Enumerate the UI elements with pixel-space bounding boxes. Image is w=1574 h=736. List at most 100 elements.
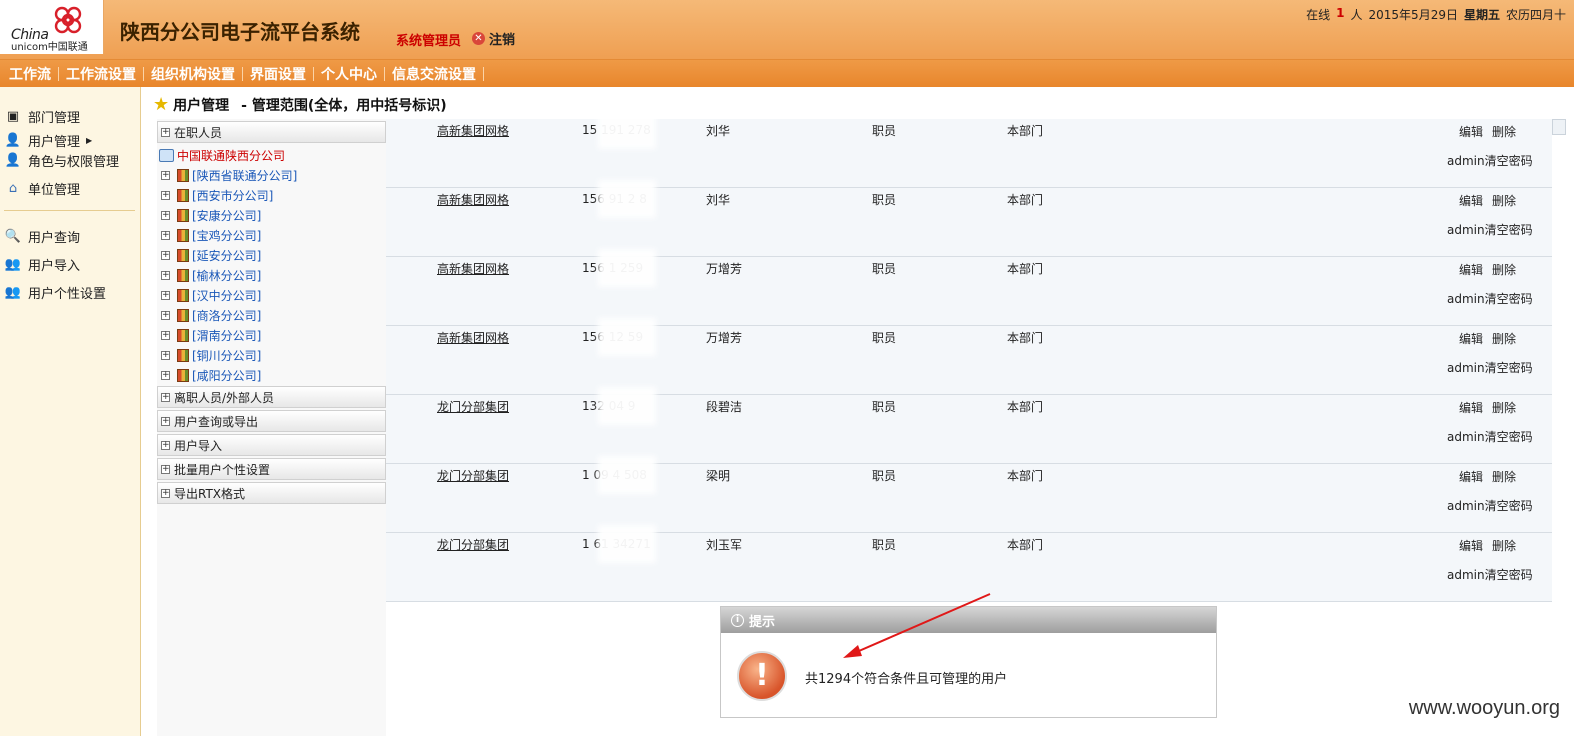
delete-button[interactable]: 删除 bbox=[1492, 123, 1516, 140]
delete-button[interactable]: 删除 bbox=[1492, 468, 1516, 485]
panel-header-user-import[interactable]: + 用户导入 bbox=[157, 434, 386, 456]
book-icon bbox=[177, 289, 189, 302]
panel-header-user-query-export[interactable]: + 用户查询或导出 bbox=[157, 410, 386, 432]
reset-password-button[interactable]: admin清空密码 bbox=[1447, 152, 1533, 169]
sidebar-item-user-query[interactable]: 🔍 用户查询 bbox=[4, 227, 80, 246]
book-icon bbox=[177, 369, 189, 382]
edit-button[interactable]: 编辑 bbox=[1459, 399, 1483, 416]
page-title: ★ 用户管理 - 管理范围(全体，用中括号标识) bbox=[153, 94, 447, 115]
expand-icon: + bbox=[161, 463, 170, 474]
delete-button[interactable]: 删除 bbox=[1492, 537, 1516, 554]
menu-item-org-settings[interactable]: 组织机构设置 bbox=[144, 64, 242, 84]
reset-password-button[interactable]: admin清空密码 bbox=[1447, 221, 1533, 238]
scrollbar[interactable] bbox=[1552, 119, 1566, 135]
table-row: 龙门分部集团1 61 34271刘玉军职员本部门编辑删除admin清空密码 bbox=[386, 525, 1552, 602]
user-table: 高新集团网格15 191 278刘华职员本部门编辑删除admin清空密码高新集团… bbox=[386, 111, 1552, 602]
main-menu: 工作流 工作流设置 组织机构设置 界面设置 个人中心 信息交流设置 bbox=[0, 60, 1574, 87]
role-cell: 职员 bbox=[872, 469, 897, 483]
tree-node[interactable]: + [陕西省联通分公司] bbox=[161, 167, 297, 184]
admin-role-label: 系统管理员 bbox=[396, 34, 462, 49]
sidebar-item-label: 单位管理 bbox=[28, 183, 81, 198]
table-row: 高新集团网格156 12 59万增芳职员本部门编辑删除admin清空密码 bbox=[386, 318, 1552, 395]
unit-link[interactable]: 龙门分部集团 bbox=[437, 398, 509, 415]
tree-node-label: [渭南分公司] bbox=[192, 329, 262, 343]
book-icon bbox=[177, 189, 189, 202]
name-cell: 段碧洁 bbox=[706, 400, 743, 414]
tree-node[interactable]: + [安康分公司] bbox=[161, 207, 261, 224]
tree-node[interactable]: + [西安市分公司] bbox=[161, 187, 273, 204]
tree-root[interactable]: 中国联通陕西分公司 bbox=[159, 147, 285, 164]
role-cell: 职员 bbox=[872, 400, 897, 414]
tree-node[interactable]: + [榆林分公司] bbox=[161, 267, 261, 284]
redaction-mask bbox=[598, 180, 656, 218]
edit-button[interactable]: 编辑 bbox=[1459, 330, 1483, 347]
panel-header-label: 在职人员 bbox=[174, 125, 223, 140]
role-cell: 职员 bbox=[872, 124, 897, 138]
edit-button[interactable]: 编辑 bbox=[1459, 537, 1483, 554]
menu-item-workflow-settings[interactable]: 工作流设置 bbox=[59, 64, 143, 84]
panel-header-export-rtx[interactable]: + 导出RTX格式 bbox=[157, 482, 386, 504]
expand-icon: + bbox=[161, 439, 170, 450]
tree-node[interactable]: + [商洛分公司] bbox=[161, 307, 261, 324]
tree-root-label: 中国联通陕西分公司 bbox=[177, 149, 286, 163]
sidebar-item-user-import[interactable]: 👥 用户导入 bbox=[4, 255, 80, 274]
tree-node[interactable]: + [宝鸡分公司] bbox=[161, 227, 261, 244]
name-cell: 刘华 bbox=[706, 193, 731, 207]
delete-button[interactable]: 删除 bbox=[1492, 399, 1516, 416]
unit-link[interactable]: 龙门分部集团 bbox=[437, 467, 509, 484]
caret-right-icon: ▶ bbox=[86, 136, 93, 145]
edit-button[interactable]: 编辑 bbox=[1459, 123, 1483, 140]
menu-item-workflow[interactable]: 工作流 bbox=[2, 64, 58, 84]
unit-link[interactable]: 高新集团网格 bbox=[437, 122, 509, 139]
delete-button[interactable]: 删除 bbox=[1492, 261, 1516, 278]
expand-icon: + bbox=[161, 330, 170, 340]
user-settings-icon: 👥 bbox=[4, 285, 22, 300]
book-icon bbox=[177, 309, 189, 322]
tree-node-label: [西安市分公司] bbox=[192, 189, 274, 203]
edit-button[interactable]: 编辑 bbox=[1459, 192, 1483, 209]
reset-password-button[interactable]: admin清空密码 bbox=[1447, 428, 1533, 445]
reset-password-button[interactable]: admin清空密码 bbox=[1447, 290, 1533, 307]
reset-password-button[interactable]: admin清空密码 bbox=[1447, 359, 1533, 376]
name-cell: 梁明 bbox=[706, 469, 731, 483]
delete-button[interactable]: 删除 bbox=[1492, 192, 1516, 209]
menu-item-message-settings[interactable]: 信息交流设置 bbox=[385, 64, 483, 84]
sidebar-item-label: 用户管理 bbox=[28, 135, 81, 150]
unit-link[interactable]: 龙门分部集团 bbox=[437, 536, 509, 553]
table-row: 高新集团网格15 191 278刘华职员本部门编辑删除admin清空密码 bbox=[386, 111, 1552, 188]
menu-item-personal-center[interactable]: 个人中心 bbox=[314, 64, 384, 84]
online-unit: 人 bbox=[1350, 8, 1363, 22]
tree-node[interactable]: + [渭南分公司] bbox=[161, 327, 261, 344]
tree-node[interactable]: + [汉中分公司] bbox=[161, 287, 261, 304]
edit-button[interactable]: 编辑 bbox=[1459, 261, 1483, 278]
panel-header-former-staff[interactable]: + 离职人员/外部人员 bbox=[157, 386, 386, 408]
tree-node[interactable]: + [咸阳分公司] bbox=[161, 367, 261, 384]
redaction-mask bbox=[598, 318, 656, 356]
tree-node[interactable]: + [铜川分公司] bbox=[161, 347, 261, 364]
unit-link[interactable]: 高新集团网格 bbox=[437, 260, 509, 277]
panel-header-label: 离职人员/外部人员 bbox=[174, 390, 275, 405]
online-label: 在线 bbox=[1306, 8, 1331, 22]
reset-password-button[interactable]: admin清空密码 bbox=[1447, 566, 1533, 583]
sidebar-item-user-management[interactable]: 👤 用户管理 ▶ bbox=[4, 131, 92, 150]
home-icon: ⌂ bbox=[8, 181, 18, 196]
panel-header-batch-settings[interactable]: + 批量用户个性设置 bbox=[157, 458, 386, 480]
expand-icon: + bbox=[161, 170, 170, 180]
logout-button[interactable]: ✕ 注销 bbox=[472, 29, 515, 48]
sidebar-item-user-settings[interactable]: 👥 用户个性设置 bbox=[4, 283, 106, 302]
reset-password-button[interactable]: admin清空密码 bbox=[1447, 497, 1533, 514]
tree-node-label: [宝鸡分公司] bbox=[192, 229, 262, 243]
edit-button[interactable]: 编辑 bbox=[1459, 468, 1483, 485]
menu-item-ui-settings[interactable]: 界面设置 bbox=[243, 64, 313, 84]
delete-button[interactable]: 删除 bbox=[1492, 330, 1516, 347]
sidebar-item-department[interactable]: ▣ 部门管理 bbox=[4, 107, 80, 126]
sidebar-item-unit[interactable]: ⌂ 单位管理 bbox=[4, 179, 80, 198]
unit-link[interactable]: 高新集团网格 bbox=[437, 329, 509, 346]
tree-node[interactable]: + [延安分公司] bbox=[161, 247, 261, 264]
sidebar-item-role-permission[interactable]: 👤 角色与权限管理 bbox=[4, 151, 119, 170]
logout-label: 注销 bbox=[489, 33, 516, 48]
panel-header-active-staff[interactable]: + 在职人员 bbox=[157, 121, 386, 143]
notice-dialog: i 提示 ! 共1294个符合条件且可管理的用户 bbox=[720, 606, 1217, 718]
online-count: 1 bbox=[1336, 6, 1345, 20]
unit-link[interactable]: 高新集团网格 bbox=[437, 191, 509, 208]
